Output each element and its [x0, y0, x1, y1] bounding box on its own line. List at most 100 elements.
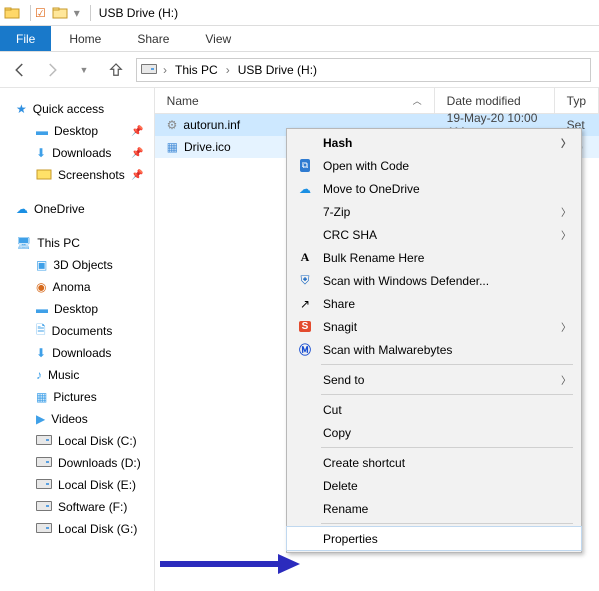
sidebar-item-label: Downloads [52, 146, 111, 160]
menu-item-icon: ↗ [295, 297, 315, 311]
menu-separator [321, 394, 573, 395]
quick-access-icon: ★ [16, 102, 27, 116]
pictures-icon: ▦ [36, 390, 47, 404]
pin-icon: 📌 [131, 148, 149, 159]
column-name[interactable]: Name ︿ [155, 88, 435, 113]
annotation-arrow [160, 552, 300, 576]
sidebar-item-label: Anoma [52, 280, 90, 294]
sidebar-item-anoma[interactable]: ◉Anoma [8, 276, 150, 298]
menu-item-label: Send to [323, 373, 364, 387]
sidebar-item-music[interactable]: ♪Music [8, 364, 150, 386]
nav-back-button[interactable] [8, 58, 32, 82]
chevron-right-icon[interactable]: › [161, 63, 169, 77]
menu-item-label: Snagit [323, 320, 357, 334]
sidebar-item-pictures[interactable]: ▦Pictures [8, 386, 150, 408]
title-bar: ☑ ▾ USB Drive (H:) [0, 0, 599, 26]
drive-icon [36, 500, 52, 514]
videos-icon: ▶ [36, 412, 45, 426]
folder-icon [36, 166, 52, 185]
navigation-pane[interactable]: ★ Quick access ▬ Desktop 📌 ⬇ Downloads 📌… [0, 88, 154, 591]
objects-icon: ▣ [36, 258, 47, 272]
menu-item-share[interactable]: ↗ Share [287, 292, 581, 315]
sidebar-item-label: Software (F:) [58, 500, 127, 514]
sidebar-item-screenshots[interactable]: Screenshots 📌 [8, 164, 150, 186]
ribbon-tabs: File Home Share View [0, 26, 599, 52]
sidebar-item-local-disk-c[interactable]: Local Disk (C:) [8, 430, 150, 452]
window-icon [4, 5, 20, 21]
desktop-icon: ▬ [36, 124, 48, 138]
sidebar-item-documents[interactable]: 🗎 Documents [8, 320, 150, 342]
downloads-icon: ⬇ [36, 146, 46, 160]
menu-item-rename[interactable]: Rename [287, 497, 581, 520]
sidebar-item-desktop[interactable]: ▬ Desktop 📌 [8, 120, 150, 142]
nav-up-button[interactable] [104, 58, 128, 82]
chevron-right-icon: 〉 [561, 227, 571, 242]
sidebar-item-downloads[interactable]: ⬇ Downloads 📌 [8, 142, 150, 164]
sidebar-item-label: Videos [51, 412, 87, 426]
menu-item-bulk-rename-here[interactable]: ABulk Rename Here [287, 246, 581, 269]
sidebar-item-label: Local Disk (E:) [58, 478, 136, 492]
column-type[interactable]: Typ [555, 88, 599, 113]
sidebar-item-label: Desktop [54, 302, 98, 316]
sidebar-item-label: Local Disk (G:) [58, 522, 137, 536]
tab-view[interactable]: View [187, 26, 249, 51]
menu-item-cut[interactable]: Cut [287, 398, 581, 421]
menu-item-scan-with-windows-defender[interactable]: ⛨Scan with Windows Defender... [287, 269, 581, 292]
tab-file[interactable]: File [0, 26, 51, 51]
sidebar-item-desktop[interactable]: ▬ Desktop [8, 298, 150, 320]
sidebar-item-label: Documents [52, 324, 113, 338]
menu-item-7-zip[interactable]: 7-Zip〉 [287, 200, 581, 223]
address-field[interactable]: › This PC › USB Drive (H:) [136, 58, 591, 82]
sidebar-item-downloads[interactable]: ⬇Downloads [8, 342, 150, 364]
menu-item-properties[interactable]: Properties [287, 527, 581, 550]
file-name: autorun.inf [183, 118, 240, 132]
file-name: Drive.ico [184, 140, 231, 154]
menu-item-label: Properties [323, 532, 378, 546]
menu-item-icon: A [295, 250, 315, 265]
menu-item-label: 7-Zip [323, 205, 350, 219]
sort-ascending-icon: ︿ [413, 94, 422, 107]
documents-icon: 🗎 [36, 321, 46, 342]
column-label: Name [167, 94, 199, 108]
sidebar-item-3d-objects[interactable]: ▣3D Objects [8, 254, 150, 276]
sidebar-item-videos[interactable]: ▶ Videos [8, 408, 150, 430]
menu-item-label: Create shortcut [323, 456, 405, 470]
breadcrumb-root[interactable]: This PC [173, 63, 220, 77]
sidebar-item-downloads-d[interactable]: Downloads (D:) [8, 452, 150, 474]
menu-item-send-to[interactable]: Send to〉 [287, 368, 581, 391]
menu-item-label: Rename [323, 502, 368, 516]
menu-item-label: Open with Code [323, 159, 409, 173]
menu-item-create-shortcut[interactable]: Create shortcut [287, 451, 581, 474]
menu-item-move-to-onedrive[interactable]: ☁Move to OneDrive [287, 177, 581, 200]
sidebar-onedrive[interactable]: ☁ OneDrive [8, 198, 150, 220]
breadcrumb-current[interactable]: USB Drive (H:) [236, 63, 319, 77]
music-icon: ♪ [36, 368, 42, 382]
desktop-icon: ▬ [36, 302, 48, 316]
tab-home[interactable]: Home [51, 26, 119, 51]
menu-item-delete[interactable]: Delete [287, 474, 581, 497]
tab-share[interactable]: Share [119, 26, 187, 51]
menu-item-hash[interactable]: Hash〉 [287, 131, 581, 154]
menu-item-open-with-code[interactable]: ⧉Open with Code [287, 154, 581, 177]
sidebar-item-local-disk-e[interactable]: Local Disk (E:) [8, 474, 150, 496]
qat-folder-icon[interactable] [52, 5, 68, 21]
sidebar-item-software-f[interactable]: Software (F:) [8, 496, 150, 518]
nav-forward-button[interactable] [40, 58, 64, 82]
sidebar-item-local-disk-g[interactable]: Local Disk (G:) [8, 518, 150, 540]
menu-item-icon: S [295, 321, 315, 332]
menu-item-scan-with-malwarebytes[interactable]: ⓂScan with Malwarebytes [287, 338, 581, 361]
menu-item-label: Share [323, 297, 355, 311]
sidebar-quick-access[interactable]: ★ Quick access [8, 98, 150, 120]
menu-item-copy[interactable]: Copy [287, 421, 581, 444]
nav-recent-dropdown[interactable]: ▼ [72, 58, 96, 82]
sidebar-this-pc[interactable]: 🖥 This PC [8, 232, 150, 254]
menu-item-crc-sha[interactable]: CRC SHA 〉 [287, 223, 581, 246]
drive-icon [36, 434, 52, 448]
chevron-right-icon[interactable]: › [224, 63, 232, 77]
column-date[interactable]: Date modified [435, 88, 555, 113]
qat-overflow-icon[interactable]: ▾ [74, 6, 80, 20]
drive-icon [36, 478, 52, 492]
menu-item-snagit[interactable]: SSnagit〉 [287, 315, 581, 338]
qat-check-icon[interactable]: ☑ [35, 6, 46, 20]
menu-item-label: CRC SHA [323, 228, 377, 242]
